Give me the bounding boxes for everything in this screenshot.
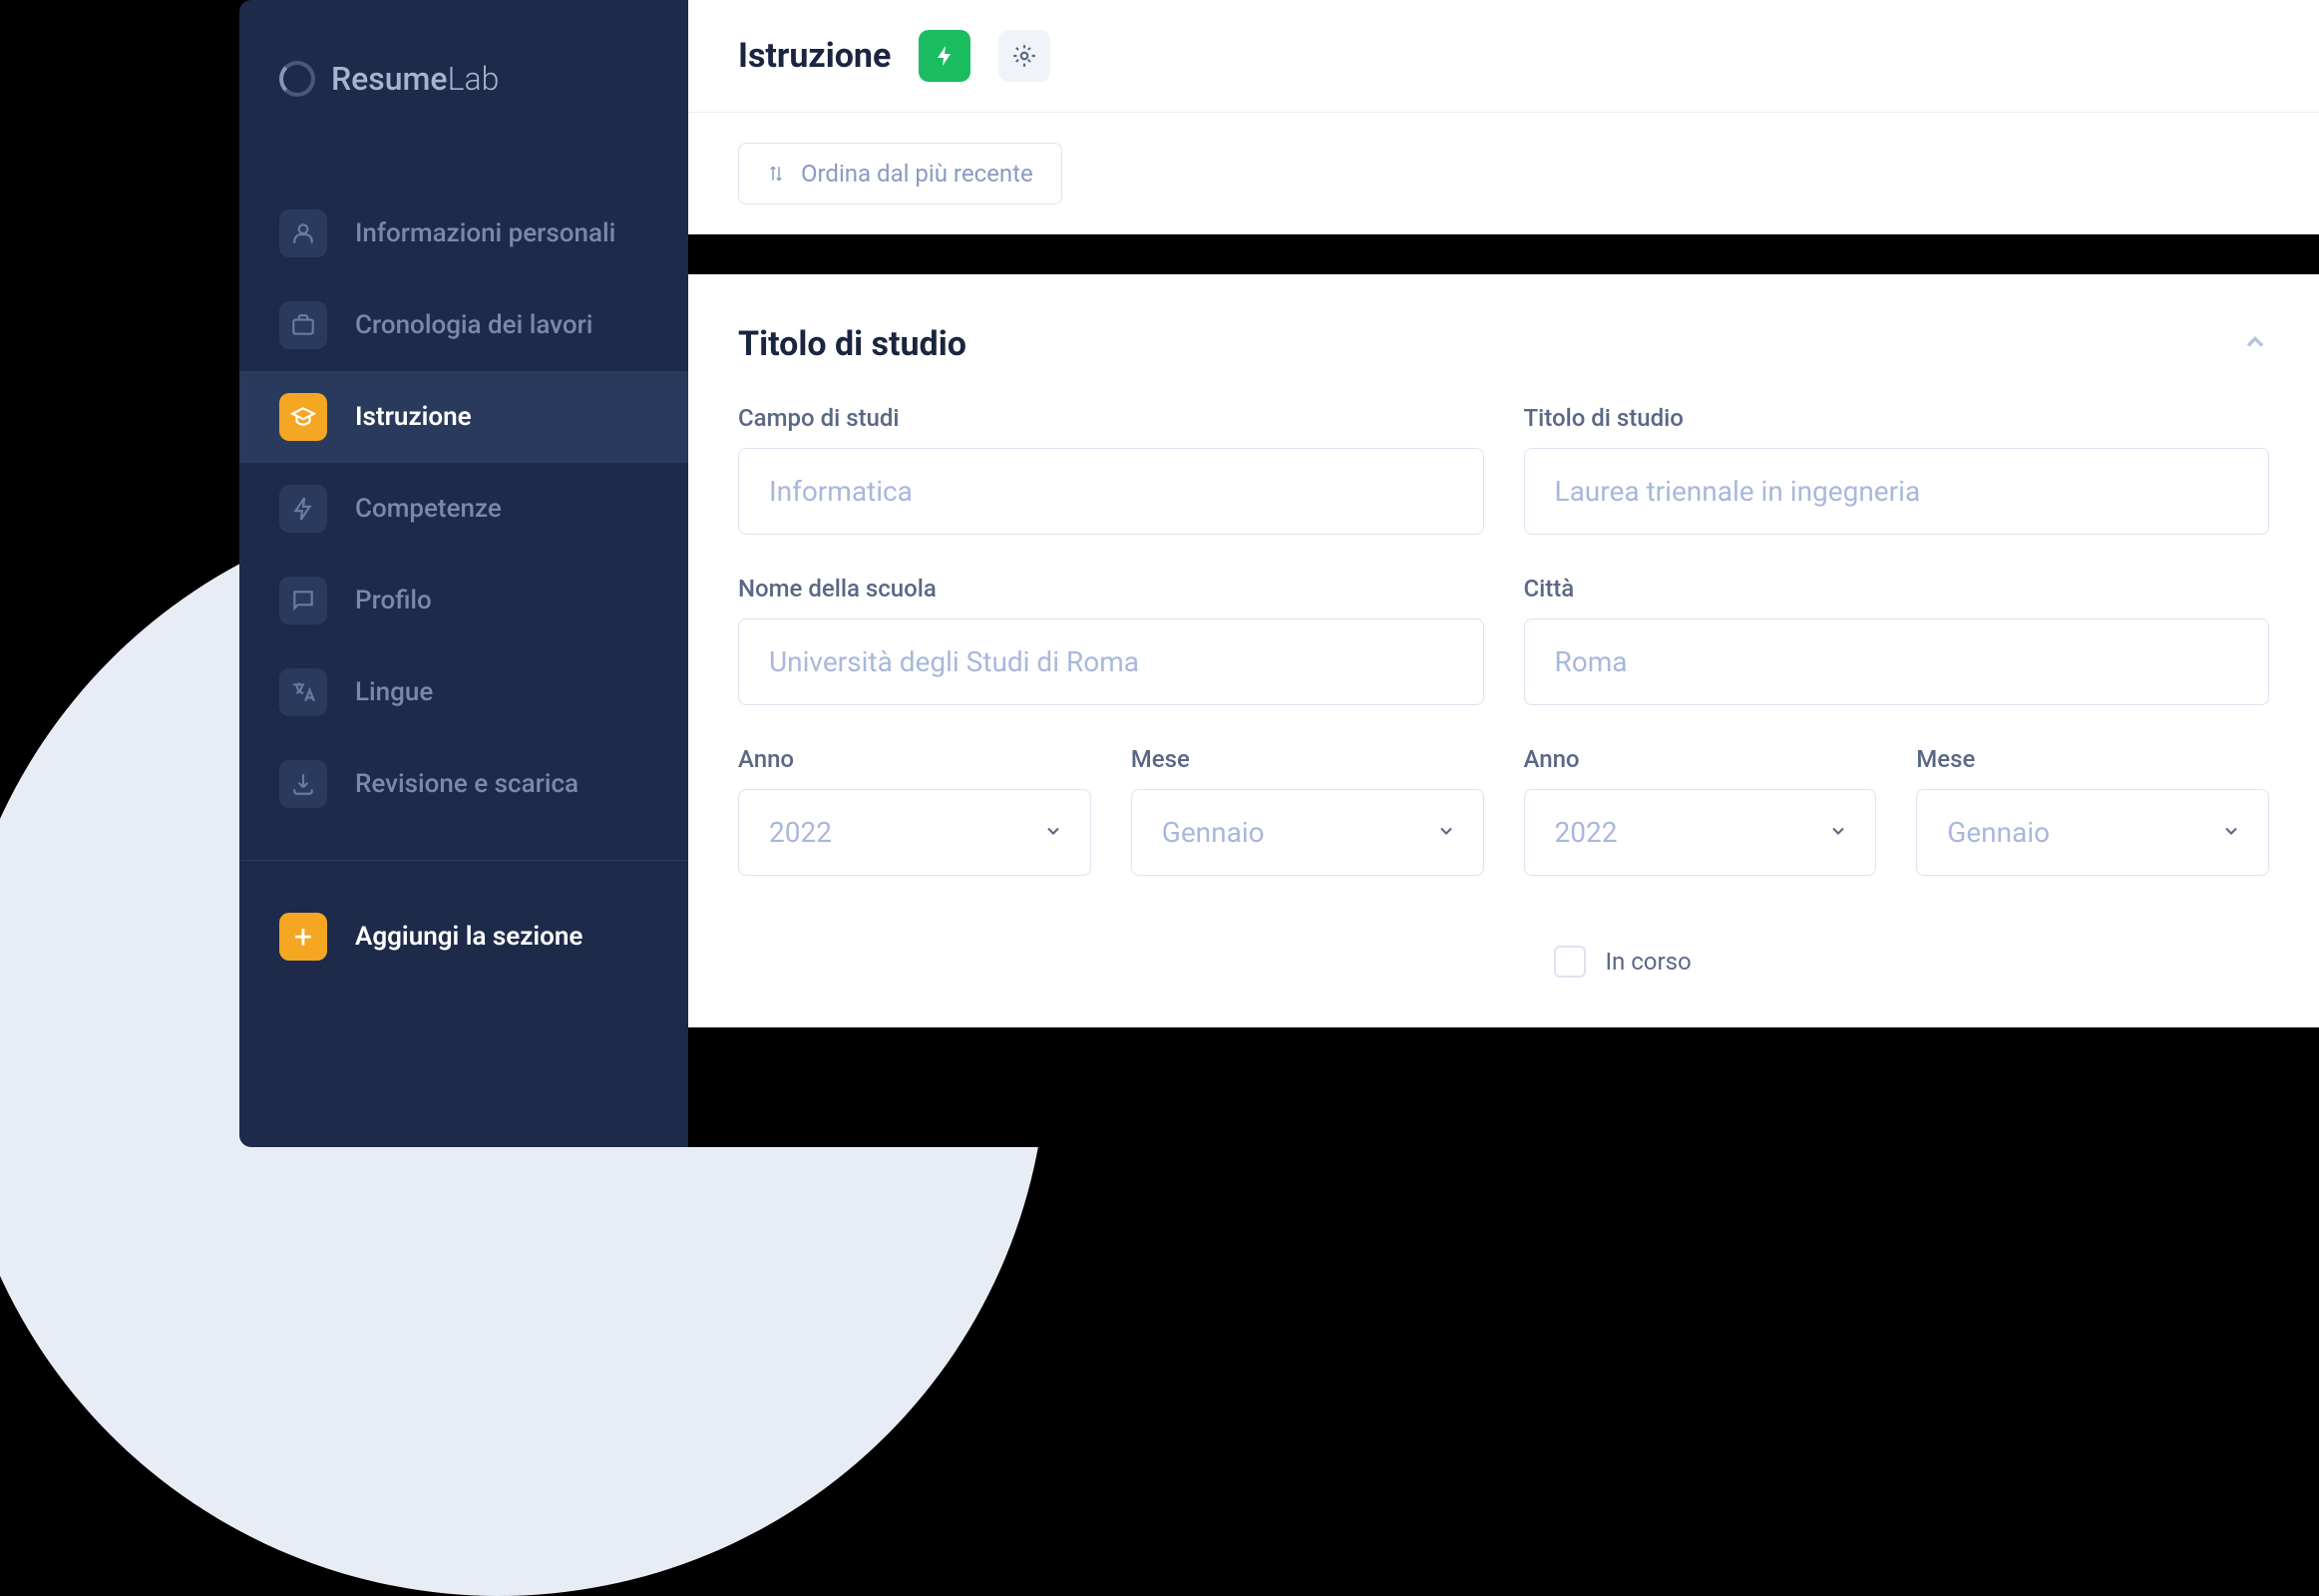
logo-text-second: Lab: [448, 60, 500, 98]
page-title: Istruzione: [738, 36, 891, 76]
add-section-button[interactable]: + Aggiungi la sezione: [239, 891, 688, 983]
chevron-up-icon: [2241, 328, 2269, 356]
ai-suggest-button[interactable]: [919, 30, 970, 82]
degree-label: Titolo di studio: [1524, 404, 2270, 432]
sidebar-item-education[interactable]: Istruzione: [239, 371, 688, 463]
month-to-label: Mese: [1916, 745, 2269, 773]
year-to-group: Anno 2022: [1524, 745, 1877, 876]
sidebar-item-label: Informazioni personali: [355, 218, 615, 248]
card-header: Titolo di studio: [738, 324, 2269, 364]
date-to-row: Anno 2022 Mese Gennaio: [1524, 745, 2270, 876]
year-from-select[interactable]: 2022: [738, 789, 1091, 876]
month-from-group: Mese Gennaio: [1131, 745, 1484, 876]
gap: [688, 234, 2319, 274]
collapse-button[interactable]: [2241, 328, 2269, 360]
chat-icon: [279, 577, 327, 624]
logo-text-first: Resume: [331, 60, 448, 98]
settings-button[interactable]: [998, 30, 1050, 82]
field-of-study-label: Campo di studi: [738, 404, 1484, 432]
date-from-row: Anno 2022 Mese Gennaio: [738, 745, 1484, 876]
education-form-card: Titolo di studio Campo di studi Titolo d…: [688, 274, 2319, 1027]
field-of-study-input[interactable]: [738, 448, 1484, 535]
sort-label: Ordina dal più recente: [801, 160, 1033, 188]
card-title: Titolo di studio: [738, 324, 966, 364]
ongoing-checkbox[interactable]: [1554, 946, 1586, 978]
degree-input[interactable]: [1524, 448, 2270, 535]
sidebar-item-label: Competenze: [355, 494, 502, 524]
sort-bar: Ordina dal più recente: [688, 113, 2319, 234]
app-container: ResumeLab Informazioni personali Cronolo…: [239, 0, 2319, 1147]
sidebar-item-personal-info[interactable]: Informazioni personali: [239, 188, 688, 279]
month-to-select[interactable]: Gennaio: [1916, 789, 2269, 876]
sidebar-item-label: Istruzione: [355, 402, 472, 432]
sidebar-item-skills[interactable]: Competenze: [239, 463, 688, 555]
city-input[interactable]: [1524, 618, 2270, 705]
month-to-group: Mese Gennaio: [1916, 745, 2269, 876]
year-from-label: Anno: [738, 745, 1091, 773]
download-icon: [279, 760, 327, 808]
sidebar-item-label: Cronologia dei lavori: [355, 310, 592, 340]
graduation-cap-icon: [279, 393, 327, 441]
briefcase-icon: [279, 301, 327, 349]
user-icon: [279, 209, 327, 257]
city-group: Città: [1524, 575, 2270, 705]
header-bar: Istruzione: [688, 0, 2319, 113]
sidebar-item-work-history[interactable]: Cronologia dei lavori: [239, 279, 688, 371]
language-icon: [279, 668, 327, 716]
month-from-label: Mese: [1131, 745, 1484, 773]
year-to-select[interactable]: 2022: [1524, 789, 1877, 876]
sidebar-item-label: Lingue: [355, 677, 433, 707]
logo: ResumeLab: [239, 60, 688, 98]
divider: [239, 860, 688, 861]
ongoing-label: In corso: [1606, 948, 1692, 976]
form-grid: Campo di studi Titolo di studio Nome del…: [738, 404, 2269, 978]
school-name-input[interactable]: [738, 618, 1484, 705]
sort-arrows-icon: [767, 162, 785, 186]
sidebar-item-label: Profilo: [355, 586, 432, 615]
logo-icon: [279, 61, 315, 97]
school-name-group: Nome della scuola: [738, 575, 1484, 705]
field-of-study-group: Campo di studi: [738, 404, 1484, 535]
sidebar-item-profile[interactable]: Profilo: [239, 555, 688, 646]
ongoing-row: In corso: [1524, 946, 2270, 978]
sort-button[interactable]: Ordina dal più recente: [738, 143, 1062, 204]
logo-text: ResumeLab: [331, 60, 499, 98]
plus-icon: +: [279, 913, 327, 961]
sidebar-item-languages[interactable]: Lingue: [239, 646, 688, 738]
city-label: Città: [1524, 575, 2270, 602]
sidebar-item-review-download[interactable]: Revisione e scarica: [239, 738, 688, 830]
month-from-select[interactable]: Gennaio: [1131, 789, 1484, 876]
school-name-label: Nome della scuola: [738, 575, 1484, 602]
sidebar-item-label: Revisione e scarica: [355, 769, 579, 799]
year-to-label: Anno: [1524, 745, 1877, 773]
main-content: Istruzione Ordina dal più recente Titolo…: [688, 0, 2319, 1147]
sidebar: ResumeLab Informazioni personali Cronolo…: [239, 0, 688, 1147]
degree-group: Titolo di studio: [1524, 404, 2270, 535]
lightning-icon: [279, 485, 327, 533]
add-section-label: Aggiungi la sezione: [355, 922, 582, 952]
year-from-group: Anno 2022: [738, 745, 1091, 876]
